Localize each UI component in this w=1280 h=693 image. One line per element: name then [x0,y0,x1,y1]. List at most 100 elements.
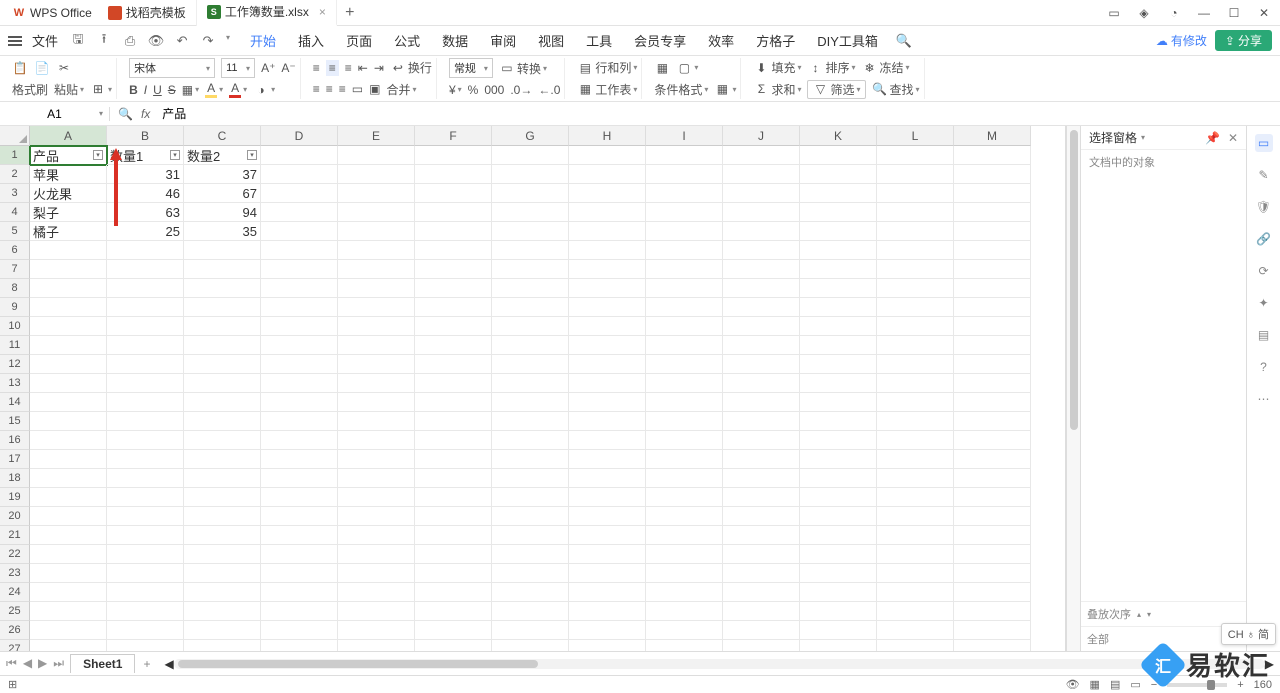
cell[interactable] [723,146,800,165]
cell[interactable] [646,412,723,431]
highlight-button[interactable]: A▾ [205,81,223,98]
border-button[interactable]: ▦▾ [182,83,199,97]
cell[interactable] [800,222,877,241]
cell[interactable] [184,431,261,450]
cell[interactable]: 94 [184,203,261,222]
cell[interactable] [338,526,415,545]
cell[interactable] [107,355,184,374]
cell[interactable] [954,469,1031,488]
cell[interactable] [492,450,569,469]
cell[interactable] [261,374,338,393]
cell[interactable] [107,374,184,393]
cell[interactable] [415,222,492,241]
cell[interactable] [30,469,107,488]
col-header[interactable]: I [646,126,723,146]
cell[interactable] [415,640,492,651]
cell[interactable] [261,298,338,317]
cell[interactable] [954,222,1031,241]
view-normal-icon[interactable]: ▦ [1090,678,1100,691]
cell[interactable] [569,412,646,431]
menu-file[interactable]: 文件 [32,31,58,50]
cell[interactable] [800,336,877,355]
cell[interactable] [646,507,723,526]
cell[interactable] [415,336,492,355]
cell[interactable] [877,355,954,374]
menu-tab-插入[interactable]: 插入 [298,31,324,50]
cell[interactable] [184,545,261,564]
cell[interactable] [338,146,415,165]
close-icon[interactable]: ✕ [1256,6,1272,20]
cell[interactable] [338,412,415,431]
cell[interactable] [261,450,338,469]
cell[interactable] [954,621,1031,640]
cell[interactable] [723,507,800,526]
cell[interactable] [569,507,646,526]
cell[interactable] [415,241,492,260]
cell[interactable]: 数量1▾ [107,146,184,165]
cell[interactable] [261,279,338,298]
cell[interactable] [646,222,723,241]
cell[interactable]: 37 [184,165,261,184]
cell[interactable] [338,450,415,469]
row-header[interactable]: 17 [0,450,30,469]
cell[interactable] [800,260,877,279]
cell[interactable] [107,488,184,507]
cell[interactable] [569,621,646,640]
cell[interactable] [569,165,646,184]
cell[interactable] [492,621,569,640]
cell[interactable] [877,583,954,602]
maximize-icon[interactable]: ☐ [1226,6,1242,20]
cell[interactable] [184,336,261,355]
cell[interactable] [954,602,1031,621]
sheet-last-icon[interactable]: ⏭ [51,656,66,671]
print-icon[interactable]: ⎙ [122,33,138,49]
merge-more-button[interactable]: 合并▾ [386,81,416,98]
cell[interactable] [954,583,1031,602]
cell[interactable] [646,393,723,412]
cell-style-button[interactable]: ▢▾ [676,60,698,76]
cell[interactable] [954,317,1031,336]
cell[interactable] [646,469,723,488]
cell[interactable] [723,165,800,184]
cell[interactable]: 25 [107,222,184,241]
cell[interactable] [261,602,338,621]
cell[interactable] [877,279,954,298]
hscroll-right-icon[interactable]: ▶ [1265,657,1274,671]
vertical-scrollbar[interactable] [1066,126,1080,651]
filter-button[interactable]: ▽筛选▾ [807,80,865,99]
cell[interactable] [954,640,1031,651]
cell[interactable] [877,545,954,564]
cell[interactable] [107,450,184,469]
cell[interactable] [30,298,107,317]
cell[interactable] [338,469,415,488]
row-header[interactable]: 2 [0,165,30,184]
cell[interactable] [415,355,492,374]
convert-button[interactable]: ▭转换▾ [499,60,547,77]
cell[interactable] [30,241,107,260]
col-header[interactable]: E [338,126,415,146]
horizontal-scrollbar[interactable]: ◀ ▶ [158,657,1280,671]
col-header[interactable]: J [723,126,800,146]
pane-close-icon[interactable]: ✕ [1228,131,1238,145]
zoom-slider[interactable] [1167,683,1227,687]
cell[interactable] [723,241,800,260]
cell[interactable] [338,203,415,222]
cell[interactable] [30,564,107,583]
cell[interactable] [261,507,338,526]
row-header[interactable]: 20 [0,507,30,526]
cell[interactable] [338,602,415,621]
cell[interactable] [723,184,800,203]
cell[interactable] [492,279,569,298]
cell[interactable] [184,317,261,336]
sheet-next-icon[interactable]: ▶ [36,656,49,671]
cell[interactable] [261,355,338,374]
cell[interactable]: 35 [184,222,261,241]
sidebar-link-icon[interactable]: 🔗 [1255,230,1273,248]
cell[interactable] [338,355,415,374]
cell[interactable] [646,564,723,583]
cell[interactable] [569,317,646,336]
table-style-button[interactable]: ▦▾ [714,81,736,97]
cell[interactable] [877,564,954,583]
cell[interactable]: 67 [184,184,261,203]
cell[interactable] [723,526,800,545]
